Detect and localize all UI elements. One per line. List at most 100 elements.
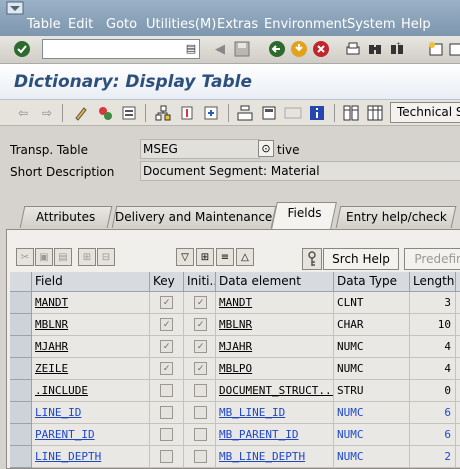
length-cell[interactable]: 4 <box>410 336 456 358</box>
key-cell[interactable]: ✓ <box>150 358 184 380</box>
data-type-cell[interactable]: NUMC <box>334 358 410 380</box>
initial-checkbox[interactable]: ✓ <box>194 318 207 331</box>
key-checkbox[interactable] <box>160 406 173 419</box>
row-selector[interactable] <box>10 402 32 424</box>
display-change-icon[interactable] <box>70 102 92 124</box>
decimals-cell[interactable] <box>456 380 460 402</box>
tab-attributes[interactable]: Attributes <box>19 206 113 228</box>
tab-delivery-maintenance[interactable]: Delivery and Maintenance <box>111 206 277 228</box>
decimals-cell[interactable] <box>456 424 460 446</box>
column-header-length[interactable]: Length <box>410 272 456 292</box>
data-type-cell[interactable]: NUMC <box>334 336 410 358</box>
delete-row-icon[interactable]: ⊟ <box>97 248 115 266</box>
command-history-icon[interactable]: ▤ <box>185 42 197 56</box>
tab-entry-help-check[interactable]: Entry help/check <box>335 206 457 228</box>
field-name-cell[interactable]: PARENT_ID <box>32 424 150 446</box>
tab-fields[interactable]: Fields <box>271 202 337 229</box>
initial-cell[interactable] <box>184 424 216 446</box>
data-type-cell[interactable]: NUMC <box>334 446 410 468</box>
initial-cell[interactable]: ✓ <box>184 292 216 314</box>
worklist-icon[interactable] <box>258 102 280 124</box>
menu-table[interactable]: Table <box>27 17 61 32</box>
initial-cell[interactable]: ✓ <box>184 336 216 358</box>
contents-icon[interactable] <box>364 102 386 124</box>
table-row[interactable]: MJAHR ✓ ✓ MJAHR NUMC 4 <box>10 336 460 358</box>
decimals-cell[interactable] <box>456 358 460 380</box>
decimals-cell[interactable] <box>456 336 460 358</box>
row-selector[interactable] <box>10 314 32 336</box>
hierarchy-icon[interactable] <box>152 102 174 124</box>
insert-icon[interactable]: ⊞ <box>196 248 214 266</box>
table-row[interactable]: .INCLUDE DOCUMENT_STRUCT... STRU 0 <box>10 380 460 402</box>
length-cell[interactable]: 3 <box>410 292 456 314</box>
active-inactive-icon[interactable] <box>94 102 116 124</box>
length-cell[interactable]: 2 <box>410 446 456 468</box>
key-cell[interactable] <box>150 402 184 424</box>
initial-cell[interactable] <box>184 402 216 424</box>
srch-help-button[interactable]: Srch Help <box>323 248 399 270</box>
field-name-cell[interactable]: ZEILE <box>32 358 150 380</box>
key-cell[interactable] <box>150 446 184 468</box>
foreign-key-icon[interactable] <box>302 248 322 270</box>
previous-object-icon[interactable]: ⇦ <box>12 102 34 124</box>
command-field[interactable]: ▤ <box>42 39 200 59</box>
field-name-cell[interactable]: MBLNR <box>32 314 150 336</box>
predefined-type-button[interactable]: Predefin <box>404 248 460 270</box>
initial-checkbox[interactable]: ✓ <box>194 362 207 375</box>
data-element-cell[interactable]: MB_LINE_DEPTH <box>216 446 334 468</box>
next-object-icon[interactable]: ⇨ <box>36 102 58 124</box>
column-header-data-element[interactable]: Data element <box>216 272 334 292</box>
table-row[interactable]: MANDT ✓ ✓ MANDT CLNT 3 <box>10 292 460 314</box>
data-type-cell[interactable]: CLNT <box>334 292 410 314</box>
new-session-icon[interactable] <box>426 39 446 59</box>
object-list-icon[interactable] <box>234 102 256 124</box>
paste-icon[interactable]: ▤ <box>54 248 72 266</box>
cancel-icon[interactable] <box>311 39 331 59</box>
menu-goto[interactable]: Goto <box>106 17 137 32</box>
short-description-field[interactable]: Document Segment: Material <box>140 161 460 181</box>
column-header-field[interactable]: Field <box>32 272 150 292</box>
length-cell[interactable]: 6 <box>410 424 456 446</box>
decimals-cell[interactable] <box>456 314 460 336</box>
key-cell[interactable]: ✓ <box>150 292 184 314</box>
row-selector[interactable] <box>10 446 32 468</box>
data-type-cell[interactable]: NUMC <box>334 424 410 446</box>
key-checkbox[interactable] <box>160 450 173 463</box>
key-checkbox[interactable] <box>160 428 173 441</box>
table-row[interactable]: MBLNR ✓ ✓ MBLNR CHAR 10 <box>10 314 460 336</box>
length-cell[interactable]: 0 <box>410 380 456 402</box>
initial-checkbox[interactable] <box>194 450 207 463</box>
table-row[interactable]: PARENT_ID MB_PARENT_ID NUMC 6 <box>10 424 460 446</box>
data-element-cell[interactable]: DOCUMENT_STRUCT... <box>216 380 334 402</box>
data-type-cell[interactable]: STRU <box>334 380 410 402</box>
fullscreen-icon[interactable] <box>282 102 304 124</box>
field-name-cell[interactable]: MJAHR <box>32 336 150 358</box>
decimals-cell[interactable] <box>456 292 460 314</box>
menu-extras[interactable]: Extras <box>217 17 258 32</box>
data-element-cell[interactable]: MANDT <box>216 292 334 314</box>
technical-settings-button[interactable]: Technical S <box>390 102 460 123</box>
exit-icon[interactable] <box>289 39 309 59</box>
length-cell[interactable]: 6 <box>410 402 456 424</box>
copy-icon[interactable]: ▣ <box>35 248 53 266</box>
key-checkbox[interactable] <box>160 384 173 397</box>
initial-cell[interactable]: ✓ <box>184 358 216 380</box>
menu-utilities[interactable]: Utilities(M) <box>146 17 216 32</box>
column-header-decimals[interactable]: De <box>456 272 460 292</box>
initial-cell[interactable]: ✓ <box>184 314 216 336</box>
initial-checkbox[interactable] <box>194 406 207 419</box>
other-object-icon[interactable] <box>118 102 140 124</box>
structure-icon[interactable] <box>340 102 362 124</box>
save-icon[interactable] <box>232 39 252 59</box>
row-selector[interactable] <box>10 380 32 402</box>
append-icon[interactable]: ≡ <box>216 248 234 266</box>
length-cell[interactable]: 4 <box>410 358 456 380</box>
data-element-cell[interactable]: MBLNR <box>216 314 334 336</box>
field-name-cell[interactable]: MANDT <box>32 292 150 314</box>
data-element-cell[interactable]: MB_PARENT_ID <box>216 424 334 446</box>
data-element-cell[interactable]: MJAHR <box>216 336 334 358</box>
find-next-icon[interactable]: + <box>387 39 407 59</box>
initial-cell[interactable] <box>184 446 216 468</box>
navigation-window-icon[interactable] <box>200 102 222 124</box>
initial-checkbox[interactable]: ✓ <box>194 340 207 353</box>
